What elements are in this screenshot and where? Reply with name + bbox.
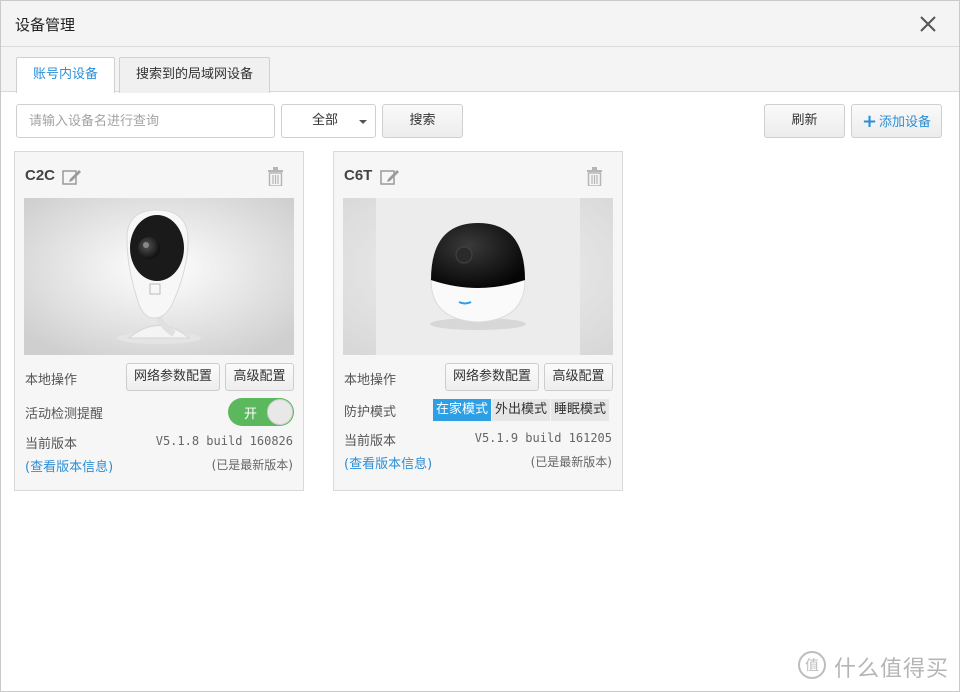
local-ops-label: 本地操作 [344, 373, 397, 388]
watermark: 值 什么值得买 [796, 649, 949, 685]
tab-account-devices[interactable]: 账号内设备 [16, 57, 115, 93]
add-device-button[interactable]: + 添加设备 [851, 104, 942, 138]
toggle-state-label: 开 [244, 407, 258, 422]
version-label: 当前版本 [344, 434, 397, 449]
motion-detect-label: 活动检测提醒 [25, 407, 104, 422]
add-device-label: 添加设备 [879, 115, 932, 130]
advanced-config-button[interactable]: 高级配置 [544, 363, 613, 391]
watermark-logo-icon: 值 [796, 649, 828, 685]
edit-icon[interactable] [62, 168, 82, 186]
device-search-input[interactable] [16, 104, 275, 138]
device-filter-select[interactable]: 全部 [281, 104, 376, 138]
device-card-c6t: C6T 本地操作 网络参数配置 高级配置 防护模式 在家模式 外出模式 睡眠模式… [333, 151, 623, 491]
guard-mode-label: 防护模式 [344, 405, 397, 420]
device-thumbnail [343, 198, 613, 355]
toggle-knob [267, 399, 293, 425]
version-value: V5.1.8 build 160826 [155, 434, 293, 448]
window-title: 设备管理 [15, 16, 76, 34]
filter-selected-value: 全部 [312, 113, 339, 128]
guard-mode-selector: 在家模式 外出模式 睡眠模式 [433, 399, 611, 421]
trash-icon[interactable] [586, 167, 603, 187]
mode-sleep[interactable]: 睡眠模式 [551, 399, 611, 421]
search-button[interactable]: 搜索 [382, 104, 463, 138]
motion-detect-toggle[interactable]: 开 [228, 398, 294, 426]
tab-bar: 账号内设备 搜索到的局域网设备 [1, 47, 959, 93]
network-config-button[interactable]: 网络参数配置 [126, 363, 220, 391]
watermark-text: 什么值得买 [833, 657, 949, 682]
version-info-link[interactable]: (查看版本信息) [344, 453, 432, 472]
version-info-link[interactable]: (查看版本信息) [25, 456, 113, 475]
mode-home[interactable]: 在家模式 [433, 399, 493, 421]
device-thumbnail [24, 198, 294, 355]
tab-lan-devices[interactable]: 搜索到的局域网设备 [119, 57, 270, 93]
device-name: C6T [344, 167, 373, 184]
trash-icon[interactable] [267, 167, 284, 187]
latest-status: (已是最新版本) [211, 458, 293, 472]
version-value: V5.1.9 build 161205 [474, 431, 612, 445]
device-manager-window: 设备管理 账号内设备 搜索到的局域网设备 全部 搜索 刷新 +添加设备 C2C [0, 0, 960, 692]
refresh-button[interactable]: 刷新 [764, 104, 845, 138]
plus-icon: + [861, 111, 878, 132]
device-name: C2C [25, 167, 56, 184]
svg-text:值: 值 [805, 658, 819, 674]
local-ops-label: 本地操作 [25, 373, 78, 388]
mode-away[interactable]: 外出模式 [492, 399, 552, 421]
close-icon[interactable] [917, 13, 939, 35]
caret-down-icon [359, 120, 367, 124]
version-label: 当前版本 [25, 437, 78, 452]
edit-icon[interactable] [380, 168, 400, 186]
network-config-button[interactable]: 网络参数配置 [445, 363, 539, 391]
device-card-c2c: C2C 本地操作 网络参数配置 高级配置 活动检测提醒 开 当前版本 V5.1.… [14, 151, 304, 491]
latest-status: (已是最新版本) [530, 455, 612, 469]
titlebar: 设备管理 [1, 1, 959, 47]
advanced-config-button[interactable]: 高级配置 [225, 363, 294, 391]
